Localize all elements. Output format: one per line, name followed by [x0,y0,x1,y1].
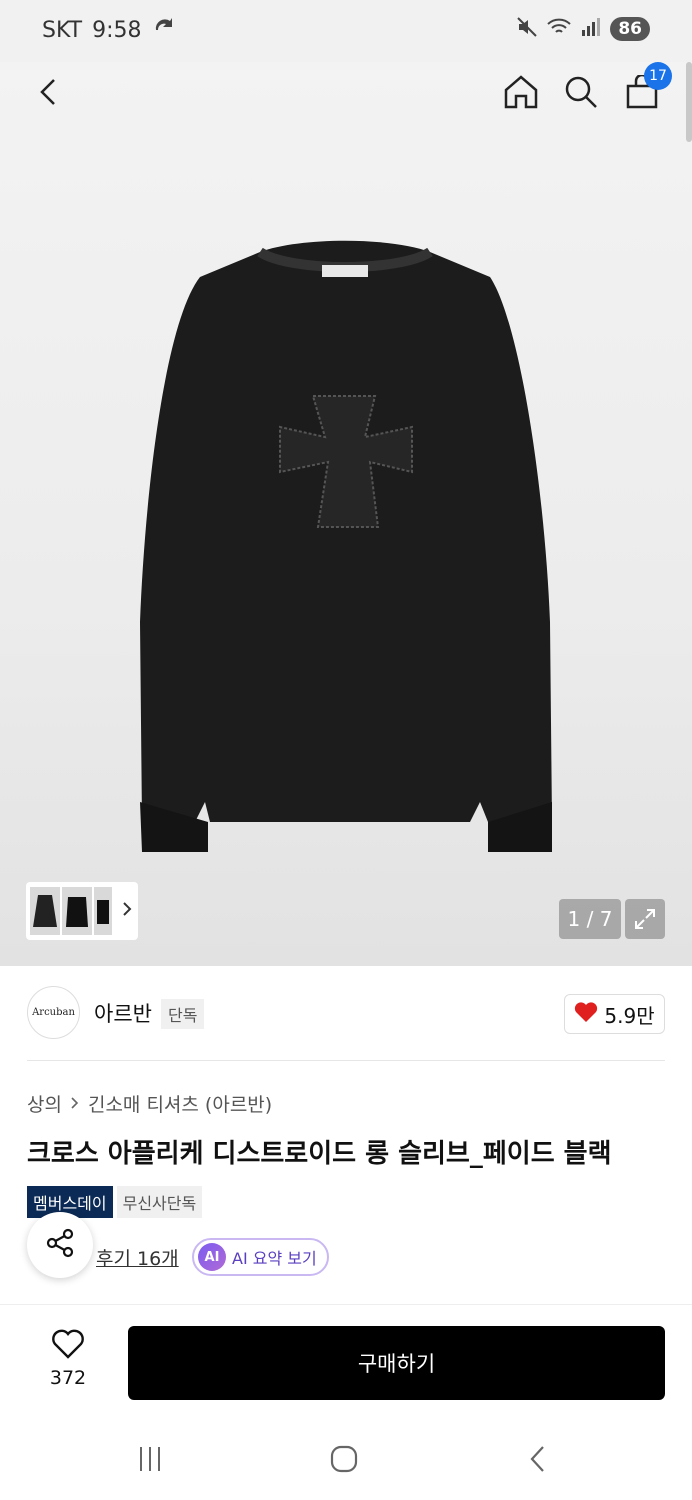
share-button[interactable] [27,1212,93,1278]
carrier-label: SKT [42,17,83,43]
expand-icon[interactable] [625,899,665,939]
brand-row: Arcuban 아르반 단독 5.9만 [27,986,665,1040]
sync-icon [152,16,178,44]
home-button-icon[interactable] [322,1442,366,1476]
system-navigation-bar [0,1416,692,1500]
heart-icon [574,1001,598,1028]
top-navigation: 17 [0,62,692,124]
battery-indicator: 86 [610,17,650,41]
wishlist-button[interactable]: 372 [38,1329,98,1389]
heart-icon [51,1329,85,1363]
brand-name[interactable]: 아르반 [94,998,152,1028]
divider [27,1060,665,1061]
back-icon[interactable] [26,70,70,114]
product-title: 크로스 아플리케 디스트로이드 롱 슬리브_페이드 블랙 [27,1139,612,1169]
breadcrumb: 상의 긴소매 티셔츠 (아르반) [27,1090,272,1117]
home-icon[interactable] [499,70,543,114]
image-pager: 1 / 7 [559,899,621,939]
thumbnail-strip[interactable] [26,882,138,940]
product-photo [140,240,552,852]
scrollbar[interactable] [686,62,692,142]
clock: 9:58 [92,17,142,43]
product-image-gallery[interactable] [0,62,692,966]
recents-icon[interactable] [128,1442,172,1476]
breadcrumb-subcategory[interactable]: 긴소매 티셔츠 (아르반) [88,1090,272,1117]
brand-like-button[interactable]: 5.9만 [564,994,665,1034]
purchase-bar: 372 구매하기 [0,1304,692,1416]
buy-button[interactable]: 구매하기 [128,1326,665,1400]
chevron-right-icon[interactable] [122,901,132,921]
signal-icon [580,16,602,42]
breadcrumb-category[interactable]: 상의 [27,1090,62,1117]
search-icon[interactable] [559,70,603,114]
cart-count-badge: 17 [644,62,672,90]
ai-badge: AI [198,1243,226,1271]
brand-logo[interactable]: Arcuban [27,986,80,1039]
thumbnail[interactable] [94,887,112,935]
review-link[interactable]: 후기 16개 [96,1244,179,1271]
share-icon [44,1227,76,1263]
cart-icon[interactable]: 17 [620,62,672,114]
back-nav-icon[interactable] [516,1442,560,1476]
thumbnail[interactable] [30,887,60,935]
wifi-icon [546,16,572,42]
status-bar: SKT 9:58 86 [0,0,692,62]
ai-summary-label: AI 요약 보기 [232,1249,317,1268]
wishlist-count: 372 [49,1367,87,1389]
exclusive-tag: 무신사단독 [116,1186,203,1218]
mute-icon [516,16,538,42]
brand-exclusive-tag: 단독 [161,999,205,1029]
brand-like-count: 5.9만 [604,1003,655,1028]
chevron-right-icon [70,1093,80,1115]
ai-summary-button[interactable]: AI AI 요약 보기 [192,1238,329,1276]
thumbnail[interactable] [62,887,92,935]
